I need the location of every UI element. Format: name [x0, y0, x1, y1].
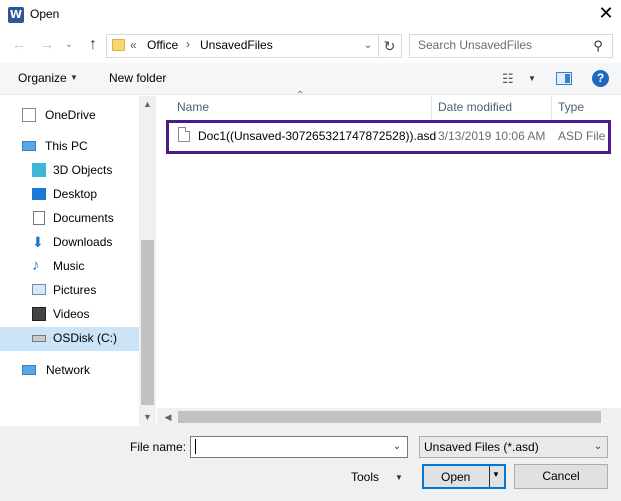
organize-caret-icon[interactable]: ▼	[70, 73, 78, 82]
file-type-value[interactable]: Unsaved Files (*.asd)	[424, 440, 539, 454]
column-header-name[interactable]: Name	[177, 100, 209, 114]
nav-item-label: 3D Objects	[53, 163, 113, 177]
search-placeholder[interactable]: Search UnsavedFiles	[418, 38, 532, 52]
breadcrumb-unsavedfiles[interactable]: UnsavedFiles	[200, 38, 273, 52]
file-type-chevron-icon[interactable]: ⌄	[590, 437, 606, 457]
nav-scroll-thumb[interactable]	[141, 240, 154, 405]
column-header-date-modified[interactable]: Date modified	[438, 100, 512, 114]
nav-item-label: This PC	[45, 139, 88, 153]
forward-arrow-icon[interactable]: →	[36, 34, 58, 56]
up-arrow-icon[interactable]: ↑	[82, 34, 104, 56]
network-icon	[22, 365, 36, 375]
nav-item-label: OSDisk (C:)	[53, 331, 117, 345]
open-split-divider	[489, 466, 490, 487]
column-divider[interactable]	[551, 96, 552, 120]
view-caret-icon[interactable]: ▼	[528, 74, 536, 83]
file-name[interactable]: Doc1((Unsaved-307265321747872528)).asd	[198, 129, 436, 143]
file-icon	[178, 127, 190, 142]
back-arrow-icon[interactable]: ←	[8, 34, 30, 56]
folder-icon	[112, 39, 125, 51]
file-name-dropdown-icon[interactable]: ⌄	[388, 437, 406, 457]
desktop-icon	[32, 188, 46, 200]
horizontal-scroll-thumb[interactable]	[178, 411, 601, 423]
address-dropdown-icon[interactable]: ⌄	[360, 36, 376, 56]
music-icon: ♪	[32, 257, 40, 274]
organize-button[interactable]: Organize	[18, 71, 67, 85]
nav-item-label: Music	[53, 259, 85, 273]
nav-item-label: Network	[46, 363, 91, 377]
tools-caret-icon[interactable]: ▼	[395, 473, 403, 482]
file-date-modified: 3/13/2019 10:06 AM	[438, 129, 546, 143]
videos-icon	[32, 307, 46, 321]
3d-objects-icon	[32, 163, 46, 177]
nav-item-label: Desktop	[53, 187, 98, 201]
recent-locations-chevron-icon[interactable]: ⌄	[62, 34, 76, 56]
nav-item-label: Downloads	[53, 235, 113, 249]
nav-item-label: OneDrive	[45, 108, 96, 122]
close-button[interactable]: ✕	[592, 2, 620, 26]
nav-item-label: Documents	[53, 211, 114, 225]
change-view-icon[interactable]: ☷	[502, 71, 514, 87]
open-button-label[interactable]: Open	[441, 470, 470, 484]
breadcrumb-overflow[interactable]: «	[130, 38, 137, 52]
cancel-button[interactable]: Cancel	[514, 464, 608, 489]
sort-ascending-icon: ⌃	[296, 90, 305, 101]
drive-icon	[32, 335, 46, 342]
preview-pane-icon[interactable]	[556, 72, 572, 85]
title-bar	[0, 0, 621, 30]
file-name-label: File name:	[130, 440, 187, 454]
file-name-input[interactable]	[190, 436, 408, 458]
refresh-icon[interactable]: ↻	[378, 35, 400, 57]
nav-item-label: Videos	[53, 307, 90, 321]
onedrive-icon	[22, 108, 36, 122]
breadcrumb-office[interactable]: Office	[147, 38, 178, 52]
scroll-up-icon[interactable]: ▲	[139, 96, 156, 113]
tools-button[interactable]: Tools	[351, 470, 379, 484]
word-app-icon: W	[8, 7, 24, 23]
downloads-icon: ⬇	[32, 234, 44, 250]
column-header-type[interactable]: Type	[558, 100, 584, 114]
text-cursor	[195, 439, 196, 454]
column-divider[interactable]	[431, 96, 432, 120]
nav-item-label: Pictures	[53, 283, 97, 297]
documents-icon	[33, 211, 45, 225]
window-title: Open	[30, 7, 60, 21]
new-folder-button[interactable]: New folder	[109, 71, 166, 85]
open-options-caret-icon[interactable]: ▼	[492, 470, 500, 479]
breadcrumb-separator-icon[interactable]: ›	[186, 37, 190, 51]
scroll-down-icon[interactable]: ▼	[139, 409, 156, 426]
pictures-icon	[32, 284, 46, 295]
this-pc-icon	[22, 141, 36, 151]
file-type: ASD File	[558, 129, 606, 143]
help-icon[interactable]: ?	[592, 70, 609, 87]
scroll-left-icon[interactable]: ◀	[160, 409, 176, 425]
search-icon[interactable]: ⚲	[590, 38, 606, 54]
